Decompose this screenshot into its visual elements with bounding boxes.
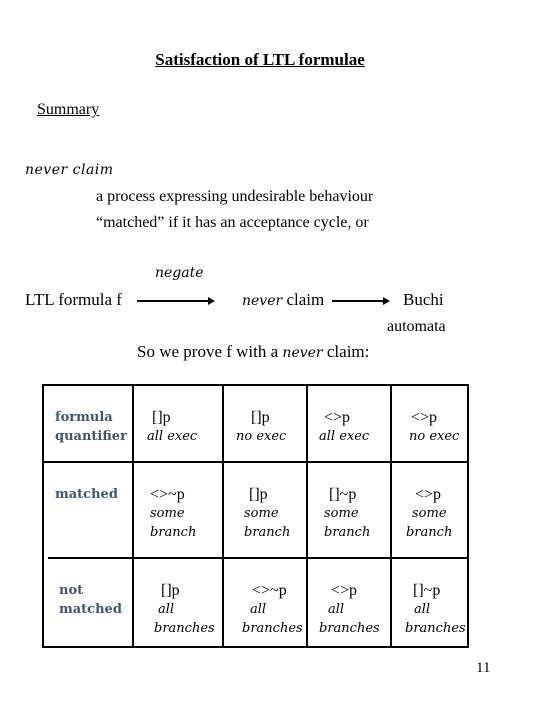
cell-formula: <>p [331,582,358,599]
cell-formula: <>p [411,409,438,426]
cell-quantifier: no exec [409,429,460,444]
row-header-line: matched [55,487,118,502]
table-col-divider-2 [222,384,224,648]
cell-formula: []~p [413,582,441,599]
row-header-formula-quantifier: formula quantifier [55,408,127,446]
table-col-divider-3 [306,384,308,648]
cell-formula: []p [251,409,270,426]
cell-text: all [328,602,345,617]
negate-label: negate [155,265,204,281]
cell-text: all [250,602,267,617]
never-claim-term: never claim [25,162,114,178]
table-cell: []p all branches [154,581,215,638]
table-cell: []~p some branch [324,485,370,542]
table-border-right [467,384,469,648]
cell-text: branch [244,525,291,540]
cell-formula: <>~p [150,486,185,503]
convert-arrow-icon [332,297,390,305]
table-cell: []p some branch [244,485,290,542]
never-claim-definition-line-2: “matched” if it has an acceptance cycle,… [96,214,369,231]
flow-middle-rest: claim [282,290,325,309]
cell-formula: []p [249,486,268,503]
table-cell: []p no exec [236,408,286,446]
table-cell: <>p all branches [319,581,380,638]
flow-target-line-2: automata [387,318,446,335]
cell-text: branch [324,525,371,540]
page-number: 11 [476,660,491,676]
cell-text: branch [406,525,453,540]
row-header-line: formula [55,410,113,425]
proof-sentence-before: So we prove f with a [137,342,283,361]
cell-text: all [158,602,175,617]
summary-heading: Summary [37,101,100,118]
table-col-divider-1 [132,384,134,648]
table-border-top [42,384,469,386]
proof-sentence: So we prove f with a never claim: [137,342,369,362]
row-header-line: quantifier [55,429,127,444]
never-claim-definition-line-1: a process expressing undesirable behavio… [96,188,374,205]
flow-middle: never claim [242,290,324,310]
table-border-bottom [42,646,469,648]
cell-formula: []p [152,409,171,426]
table-cell: <>~p all branches [242,581,303,638]
flow-source: LTL formula f [25,290,122,309]
cell-text: branches [319,621,380,636]
table-cell: []p all exec [147,408,197,446]
cell-quantifier: all exec [147,429,198,444]
cell-formula: []p [161,582,180,599]
flow-target-line-1: Buchi [403,290,444,309]
table-cell: []~p all branches [405,581,466,638]
table-cell: <>p all exec [319,408,369,446]
table-cell: <>p no exec [409,408,459,446]
cell-text: branches [242,621,303,636]
row-header-matched: matched [55,485,118,504]
cell-text: branches [405,621,466,636]
table-row-divider-1 [42,461,469,463]
table-border-left [42,384,44,648]
table-col-divider-4 [390,384,392,648]
table-row-divider-2 [48,557,469,559]
cell-text: some [150,506,185,521]
cell-quantifier: no exec [236,429,287,444]
cell-text: some [324,506,359,521]
table-cell: <>~p some branch [150,485,196,542]
cell-text: all [414,602,431,617]
proof-sentence-after: claim: [322,342,370,361]
cell-text: some [412,506,447,521]
cell-formula: []~p [329,486,357,503]
proof-sentence-italic: never [282,345,323,361]
negate-arrow-icon [137,297,215,305]
cell-quantifier: all exec [319,429,370,444]
cell-formula: <>p [415,486,442,503]
row-header-line: matched [59,602,122,617]
cell-text: some [244,506,279,521]
cell-formula: <>~p [252,582,287,599]
quantifier-table: formula quantifier matched not matched [… [42,384,469,648]
flow-middle-italic: never [242,293,283,309]
cell-formula: <>p [324,409,351,426]
row-header-line: not [59,583,84,598]
page-title: Satisfaction of LTL formulae [155,50,365,69]
cell-text: branches [154,621,215,636]
cell-text: branch [150,525,197,540]
table-cell: <>p some branch [406,485,452,542]
row-header-not-matched: not matched [59,581,122,619]
